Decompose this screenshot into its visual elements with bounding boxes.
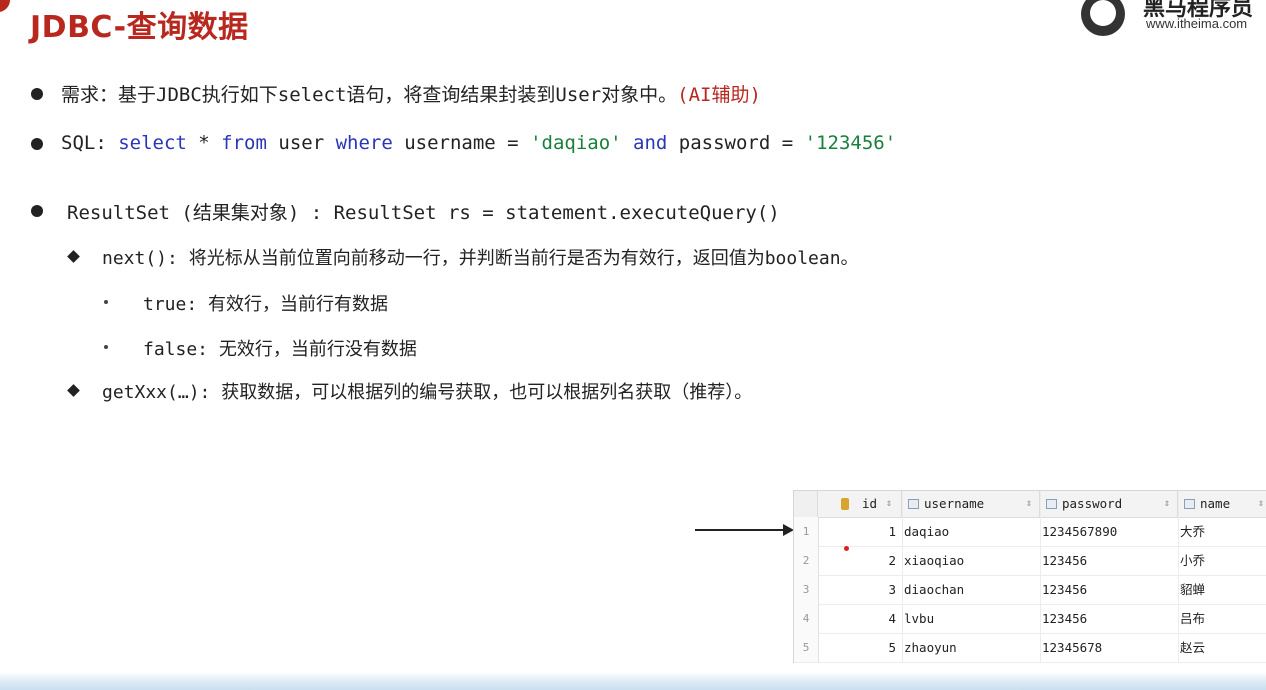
cell-password[interactable]: 123456 [1042,575,1087,604]
cell-id[interactable]: 4 [818,604,896,633]
cell-name[interactable]: 貂蝉 [1180,575,1205,604]
column-label: id [862,496,878,511]
sql-token: user [266,132,336,154]
table-row[interactable]: 4 4 lvbu 123456 吕布 [794,604,1266,634]
table-row[interactable]: 5 5 zhaoyun 12345678 赵云 [794,633,1266,663]
red-cursor-mark [844,546,849,551]
diamond-bullet-icon [67,384,80,397]
false-item-line: false: 无效行，当前行没有数据 [143,339,417,360]
primary-key-icon [841,498,849,510]
cell-password[interactable]: 123456 [1042,604,1087,633]
cell-username[interactable]: xiaoqiao [904,546,964,575]
column-header-name[interactable]: name ⇕ [1178,491,1266,517]
sort-icon[interactable]: ⇕ [1026,491,1032,517]
column-label: name [1200,496,1231,511]
column-divider [1040,491,1041,663]
sql-token: username = [392,132,531,154]
column-divider [902,491,903,663]
sql-keyword-where: where [335,132,393,154]
bullet-dot-icon [31,205,43,217]
sql-keyword-select: select [118,132,187,154]
table-row[interactable]: 3 3 diaochan 123456 貂蝉 [794,575,1266,605]
cell-id[interactable]: 3 [818,575,896,604]
sql-token: password = [667,132,805,154]
row-number: 5 [794,633,819,662]
row-number: 1 [794,517,819,546]
cell-name[interactable]: 小乔 [1180,546,1205,575]
corner-decoration [0,0,10,12]
requirement-line: 需求：基于JDBC执行如下select语句，将查询结果封装到User对象中。(A… [61,80,761,107]
column-icon [908,499,919,509]
next-method-line: next(): 将光标从当前位置向前移动一行，并判断当前行是否为有效行，返回值为… [102,248,859,269]
sort-icon[interactable]: ⇕ [886,491,892,517]
cell-username[interactable]: zhaoyun [904,633,957,662]
cell-name[interactable]: 吕布 [1180,604,1205,633]
cell-password[interactable]: 123456 [1042,546,1087,575]
sql-keyword-from: from [221,132,267,154]
sort-icon[interactable]: ⇕ [1258,491,1264,517]
cell-name[interactable]: 赵云 [1180,633,1205,662]
true-item-line: true: 有效行，当前行有数据 [143,294,389,315]
result-table: id ⇕ username ⇕ password ⇕ name ⇕ 1 1 da… [793,490,1266,663]
sort-icon[interactable]: ⇕ [1164,491,1170,517]
sql-label: SQL: [61,132,119,154]
pointer-arrow [695,529,785,531]
table-row[interactable]: 2 2 xiaoqiao 123456 小乔 [794,546,1266,576]
cell-password[interactable]: 12345678 [1042,633,1102,662]
table-row[interactable]: 1 1 daqiao 1234567890 大乔 [794,517,1266,547]
sql-line: SQL: select * from user where username =… [61,132,896,154]
cell-username[interactable]: daqiao [904,517,949,546]
row-number: 3 [794,575,819,604]
logo-url-text: www.itheima.com [1146,16,1248,31]
table-header: id ⇕ username ⇕ password ⇕ name ⇕ [794,491,1266,518]
page-title: JDBC-查询数据 [30,10,249,45]
sql-keyword-and: and [633,132,668,154]
cell-id[interactable]: 2 [818,546,896,575]
sql-string-username: 'daqiao' [530,132,622,154]
bullet-dot-icon [31,138,43,150]
requirement-text: 需求：基于JDBC执行如下select语句，将查询结果封装到User对象中。 [61,84,678,106]
cell-username[interactable]: diaochan [904,575,964,604]
column-label: password [1062,496,1123,511]
getxxx-method-line: getXxx(…): 获取数据，可以根据列的编号获取，也可以根据列名获取（推荐）… [102,382,753,403]
column-icon [1046,499,1057,509]
diamond-bullet-icon [67,250,80,263]
bottom-decoration [0,672,1266,690]
rownum-header [794,491,818,517]
sql-string-password: '123456' [804,132,897,154]
column-divider [1178,491,1179,663]
small-bullet-icon [104,300,108,304]
cell-name[interactable]: 大乔 [1180,517,1205,546]
column-label: username [924,496,985,511]
column-header-username[interactable]: username ⇕ [902,491,1040,517]
cell-username[interactable]: lvbu [904,604,934,633]
sql-token: * [186,132,222,154]
logo-emblem-icon [1081,0,1125,36]
cell-id[interactable]: 5 [818,633,896,662]
resultset-line: ResultSet (结果集对象) : ResultSet rs = state… [67,202,780,224]
column-header-password[interactable]: password ⇕ [1040,491,1178,517]
ai-assist-note: (AI辅助) [677,84,761,106]
small-bullet-icon [104,345,108,349]
cell-password[interactable]: 1234567890 [1042,517,1117,546]
row-number: 2 [794,546,819,575]
row-number: 4 [794,604,819,633]
column-icon [1184,499,1195,509]
cell-id[interactable]: 1 [818,517,896,546]
column-header-id[interactable]: id ⇕ [818,491,902,517]
itheima-logo: 黑马程序员 www.itheima.com [1081,0,1266,38]
bullet-dot-icon [31,88,43,100]
